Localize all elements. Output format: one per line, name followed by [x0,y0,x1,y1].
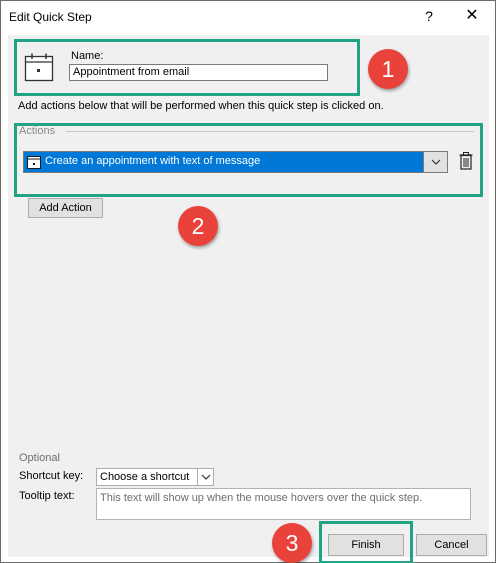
add-action-button[interactable]: Add Action [28,198,103,218]
shortcut-key-dropdown[interactable]: Choose a shortcut [96,468,214,486]
title-bar: Edit Quick Step ? ✕ [1,1,495,31]
shortcut-dropdown-arrow[interactable] [197,469,213,485]
callout-badge-3: 3 [272,523,312,563]
callout-badge-1: 1 [368,49,408,89]
cancel-button[interactable]: Cancel [416,534,487,556]
callout-highlight-name [14,39,360,96]
callout-highlight-finish [319,521,413,563]
shortcut-key-value: Choose a shortcut [100,471,190,483]
callout-highlight-actions [14,123,483,197]
close-button[interactable]: ✕ [457,1,487,31]
instructions-text: Add actions below that will be performed… [18,100,384,112]
optional-group-label: Optional [19,452,60,464]
tooltip-text-label: Tooltip text: [19,490,75,502]
chevron-down-icon [201,474,211,480]
dialog-title: Edit Quick Step [9,10,92,24]
help-button[interactable]: ? [414,1,444,31]
tooltip-text-input[interactable]: This text will show up when the mouse ho… [96,488,471,520]
edit-quick-step-dialog: Edit Quick Step ? ✕ Name: Appointment fr… [0,0,496,563]
shortcut-key-label: Shortcut key: [19,470,84,482]
callout-badge-2: 2 [178,206,218,246]
